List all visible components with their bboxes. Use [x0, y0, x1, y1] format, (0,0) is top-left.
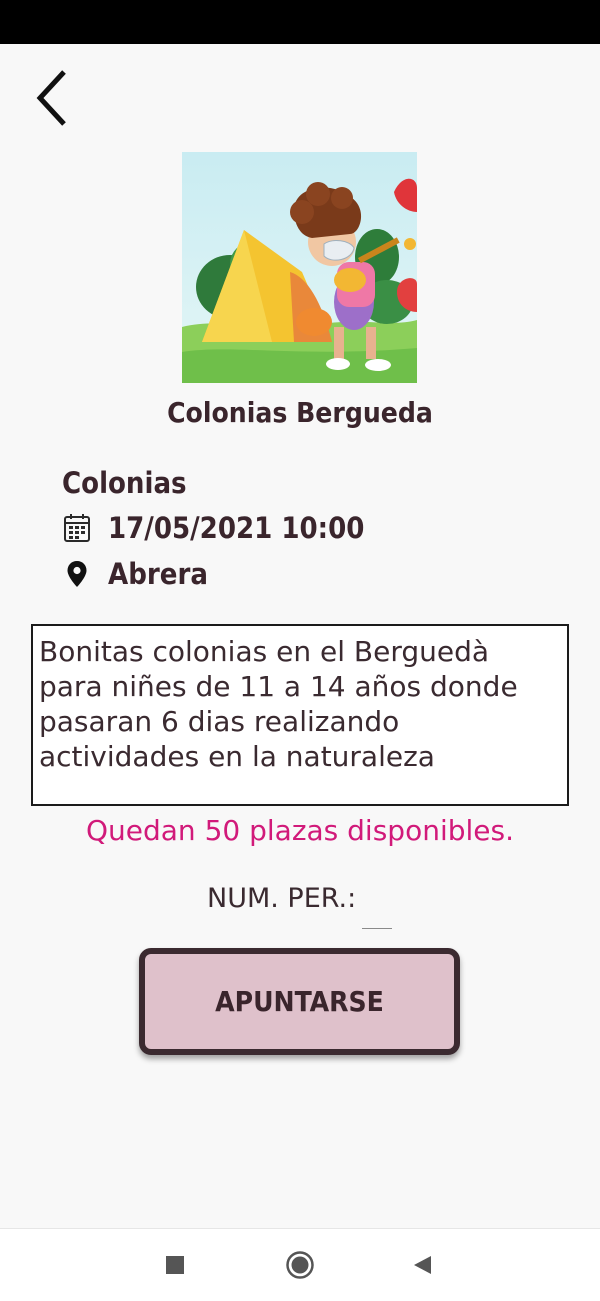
availability-text: Quedan 50 plazas disponibles.: [85, 814, 514, 847]
square-icon: [166, 1256, 184, 1274]
status-bar: [0, 0, 600, 44]
system-nav-bar: [0, 1228, 600, 1301]
num-persons-label: NUM. PER.:: [207, 883, 357, 914]
recents-button[interactable]: [145, 1229, 205, 1301]
triangle-back-icon: [414, 1256, 431, 1274]
activity-location-row: Abrera: [62, 554, 208, 594]
location-pin-icon: [62, 558, 92, 590]
activity-image: [182, 152, 417, 383]
num-persons-input[interactable]: [362, 882, 392, 929]
circle-icon: [286, 1251, 314, 1279]
activity-title: Colonias Bergueda: [167, 396, 433, 429]
nav-back-button[interactable]: [392, 1229, 452, 1301]
apuntarse-button[interactable]: APUNTARSE: [139, 948, 460, 1055]
activity-category: Colonias: [62, 466, 187, 500]
activity-datetime: 17/05/2021 10:00: [108, 511, 365, 545]
back-button[interactable]: [24, 66, 80, 130]
calendar-icon: [62, 512, 92, 544]
activity-date-row: 17/05/2021 10:00: [62, 508, 364, 548]
activity-location: Abrera: [108, 557, 208, 591]
activity-description: Bonitas colonias en el Berguedà para niñ…: [31, 624, 569, 806]
home-button[interactable]: [270, 1229, 330, 1301]
chevron-left-icon: [36, 70, 66, 126]
